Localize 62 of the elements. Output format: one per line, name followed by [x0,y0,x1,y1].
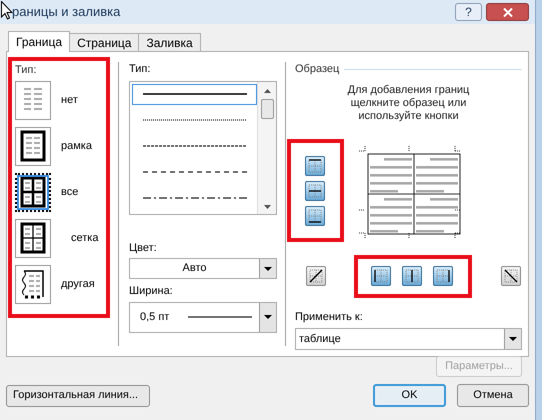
width-label: Ширина: [129,284,174,299]
border-left-button[interactable] [371,266,391,286]
apply-to-dropdown[interactable]: таблице [295,328,522,350]
caret-icon [509,337,517,341]
preview-label: Образец [295,62,340,77]
line-style-option[interactable] [132,84,257,104]
setting-label: сетка [71,230,98,246]
setting-none-button[interactable] [15,80,51,120]
apply-to-label: Применить к: [295,310,364,324]
scroll-down-icon[interactable] [264,204,270,208]
close-button[interactable] [486,3,529,21]
border-diag-down-button[interactable] [501,266,521,286]
setting-label: другая [61,276,95,292]
preview-hint: Для добавления границ щелкните образец или используйте кнопки [346,84,470,122]
color-label: Цвет: [129,240,158,256]
line-sample-icon [142,197,246,199]
border-box-icon [20,130,46,162]
border-inside-h-button[interactable] [305,180,325,200]
color-dropdown[interactable]: Авто [129,258,277,279]
border-bottom-button[interactable] [305,206,325,226]
scrollbar[interactable] [257,82,276,214]
line-sample-icon [142,93,246,95]
width-dropdown[interactable]: 0,5 пт [129,302,277,332]
setting-label: рамка [61,138,92,154]
ok-button[interactable]: OK [373,384,446,407]
setting-all-button[interactable] [15,172,51,212]
tab[interactable]: Заливка [138,33,201,51]
horizontal-line-button[interactable]: Горизонтальная линия... [6,384,150,406]
dropdown-button[interactable] [259,302,276,332]
line-sample-icon [188,316,252,318]
cursor-icon [1,1,13,20]
type-label: Тип: [15,63,38,78]
border-all-icon [20,176,46,208]
border-top-button[interactable] [305,156,325,176]
width-value: 0,5 пт [140,310,170,325]
caret-icon [264,315,272,319]
border-diag-up-button[interactable] [306,266,326,286]
line-style-label: Тип: [129,62,152,77]
tab[interactable]: Граница [8,31,70,52]
tab[interactable]: Страница [69,33,140,51]
window-title: раницы и заливка [12,3,120,22]
border-inside-v-button[interactable] [402,266,422,286]
cancel-button[interactable]: Отмена [457,384,529,407]
setting-box-button[interactable] [15,126,51,166]
close-icon [502,8,512,16]
line-sample-icon [142,145,246,147]
scroll-up-icon[interactable] [264,88,270,92]
setting-label: все [61,184,78,200]
border-right-button[interactable] [433,266,453,286]
setting-custom-button[interactable] [15,264,51,304]
line-sample-icon [142,171,246,173]
help-button[interactable]: ? [455,3,482,21]
dropdown-button[interactable] [259,259,276,278]
line-sample-icon [142,119,246,121]
scroll-thumb[interactable] [260,98,274,118]
setting-grid-button[interactable] [15,218,51,258]
setting-label: нет [61,92,78,108]
border-grid-icon [20,222,46,254]
caret-icon [264,266,272,270]
line-style-list[interactable] [129,80,277,214]
dropdown-button[interactable] [504,329,521,349]
border-custom-icon [20,268,46,300]
